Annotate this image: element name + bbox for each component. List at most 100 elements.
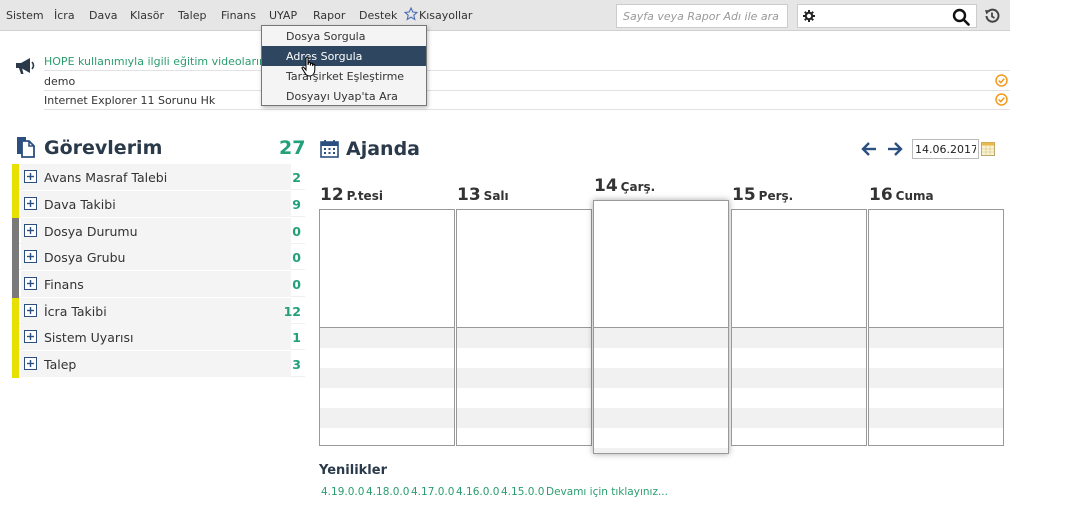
menu-icra[interactable]: İcra bbox=[54, 9, 75, 22]
task-count[interactable]: 1 bbox=[292, 330, 301, 345]
day-slots bbox=[732, 328, 866, 445]
plus-box-icon[interactable] bbox=[24, 357, 37, 370]
task-count[interactable]: 12 bbox=[284, 304, 301, 319]
task-row[interactable]: İcra Takibi 12 bbox=[12, 298, 305, 325]
day-column[interactable] bbox=[319, 209, 455, 446]
calendar-icon bbox=[320, 140, 339, 158]
dropdown-item-dosya-sorgula[interactable]: Dosya Sorgula bbox=[262, 26, 426, 46]
menu-talep[interactable]: Talep bbox=[178, 9, 206, 22]
day-number: 14 bbox=[594, 176, 618, 196]
day-header: 12 P.tesi bbox=[320, 185, 383, 205]
news-more-link[interactable]: Devamı için tıklayınız... bbox=[546, 486, 668, 498]
plus-box-icon[interactable] bbox=[24, 277, 37, 290]
agenda-title: Ajanda bbox=[346, 138, 420, 160]
task-row[interactable]: Talep 3 bbox=[12, 351, 305, 378]
dropdown-item-dosyayi-uyapta-ara[interactable]: Dosyayı Uyap'ta Ara bbox=[262, 86, 426, 106]
news-title: Yenilikler bbox=[319, 463, 387, 478]
task-color-bar bbox=[12, 271, 19, 298]
menu-rapor[interactable]: Rapor bbox=[313, 9, 345, 22]
day-header: 15 Perş. bbox=[732, 185, 793, 205]
task-row[interactable]: Dosya Grubu 0 bbox=[12, 244, 305, 271]
version-link[interactable]: 4.18.0.0 bbox=[366, 486, 409, 498]
day-slots bbox=[594, 328, 728, 453]
day-number: 12 bbox=[320, 185, 344, 205]
day-column[interactable] bbox=[456, 209, 592, 446]
task-label: Dosya Durumu bbox=[44, 224, 138, 239]
announcement-item[interactable]: HOPE kullanımıyla ilgili eğitim videolar… bbox=[44, 51, 1010, 71]
day-name: Cuma bbox=[895, 189, 934, 203]
task-label: İcra Takibi bbox=[44, 304, 107, 319]
plus-box-icon[interactable] bbox=[24, 330, 37, 343]
menu-dava[interactable]: Dava bbox=[89, 9, 117, 22]
version-link[interactable]: 4.16.0.0 bbox=[456, 486, 499, 498]
day-name: Çarş. bbox=[620, 180, 656, 194]
documents-icon bbox=[17, 137, 35, 158]
dropdown-item-adres-sorgula[interactable]: Adres Sorgula bbox=[262, 46, 426, 66]
announcement-item[interactable]: Internet Explorer 11 Sorunu Hk bbox=[44, 90, 1010, 110]
task-label: Talep bbox=[44, 357, 77, 372]
arrow-left-icon[interactable] bbox=[861, 141, 877, 157]
plus-box-icon[interactable] bbox=[24, 197, 37, 210]
day-header-today: 14 Çarş. bbox=[594, 176, 655, 196]
day-number: 15 bbox=[732, 185, 756, 205]
check-circle-icon[interactable] bbox=[995, 93, 1008, 106]
plus-box-icon[interactable] bbox=[24, 170, 37, 183]
task-count[interactable]: 3 bbox=[292, 357, 301, 372]
task-count[interactable]: 9 bbox=[292, 197, 301, 212]
task-row[interactable]: Dava Takibi 9 bbox=[12, 191, 305, 218]
day-name: Perş. bbox=[758, 189, 794, 203]
task-color-bar bbox=[12, 351, 19, 378]
task-label: Dosya Grubu bbox=[44, 250, 126, 265]
task-label: Sistem Uyarısı bbox=[44, 330, 134, 345]
task-color-bar bbox=[12, 298, 19, 325]
task-row[interactable]: Sistem Uyarısı 1 bbox=[12, 324, 305, 351]
main-search-input[interactable] bbox=[797, 4, 977, 28]
dropdown-item-taraf-sirket-eslestirme[interactable]: Tarafşirket Eşleştirme bbox=[262, 66, 426, 86]
day-number: 13 bbox=[457, 185, 481, 205]
task-row[interactable]: Finans 0 bbox=[12, 271, 305, 298]
day-column[interactable] bbox=[868, 209, 1004, 446]
task-row[interactable]: Avans Masraf Talebi 2 bbox=[12, 164, 305, 191]
version-link[interactable]: 4.15.0.0 bbox=[501, 486, 544, 498]
announcement-item[interactable]: demo bbox=[44, 71, 1010, 91]
task-label: Finans bbox=[44, 277, 84, 292]
task-row[interactable]: Dosya Durumu 0 bbox=[12, 218, 305, 245]
menu-klasor[interactable]: Klasör bbox=[130, 9, 164, 22]
day-name: Salı bbox=[483, 189, 509, 203]
version-link[interactable]: 4.19.0.0 bbox=[321, 486, 364, 498]
version-link[interactable]: 4.17.0.0 bbox=[411, 486, 454, 498]
day-column[interactable] bbox=[731, 209, 867, 446]
top-menubar: Sistem İcra Dava Klasör Talep Finans UYA… bbox=[0, 0, 1010, 31]
plus-box-icon[interactable] bbox=[24, 250, 37, 263]
task-count[interactable]: 0 bbox=[292, 250, 301, 265]
rapor-search-input[interactable]: Sayfa veya Rapor Adı ile ara bbox=[616, 4, 788, 28]
announcement-text: Internet Explorer 11 Sorunu Hk bbox=[44, 94, 216, 107]
plus-box-icon[interactable] bbox=[24, 224, 37, 237]
day-header: 16 Cuma bbox=[869, 185, 934, 205]
agenda-date-input[interactable] bbox=[912, 139, 979, 159]
announcement-text: demo bbox=[44, 75, 76, 88]
gear-icon[interactable] bbox=[802, 9, 816, 23]
date-picker-icon[interactable] bbox=[981, 141, 995, 156]
task-color-bar bbox=[12, 324, 19, 351]
day-number: 16 bbox=[869, 185, 893, 205]
menu-finans[interactable]: Finans bbox=[221, 9, 256, 22]
check-circle-icon[interactable] bbox=[995, 74, 1008, 87]
menu-kisayollar[interactable]: Kısayollar bbox=[419, 9, 472, 22]
task-count[interactable]: 2 bbox=[292, 170, 301, 185]
task-count[interactable]: 0 bbox=[292, 277, 301, 292]
menu-sistem[interactable]: Sistem bbox=[6, 9, 44, 22]
arrow-right-icon[interactable] bbox=[887, 141, 903, 157]
task-count[interactable]: 0 bbox=[292, 224, 301, 239]
day-column-today[interactable] bbox=[593, 200, 729, 454]
menu-uyap[interactable]: UYAP bbox=[269, 9, 297, 22]
menu-destek[interactable]: Destek bbox=[359, 9, 397, 22]
search-icon[interactable] bbox=[952, 8, 970, 26]
star-icon[interactable] bbox=[404, 7, 418, 21]
announcement-text: HOPE kullanımıyla ilgili eğitim videolar… bbox=[44, 55, 286, 68]
task-color-bar bbox=[12, 218, 19, 245]
history-icon[interactable] bbox=[982, 6, 1002, 26]
day-name: P.tesi bbox=[346, 189, 383, 203]
tasks-total-count: 27 bbox=[279, 137, 306, 159]
plus-box-icon[interactable] bbox=[24, 304, 37, 317]
